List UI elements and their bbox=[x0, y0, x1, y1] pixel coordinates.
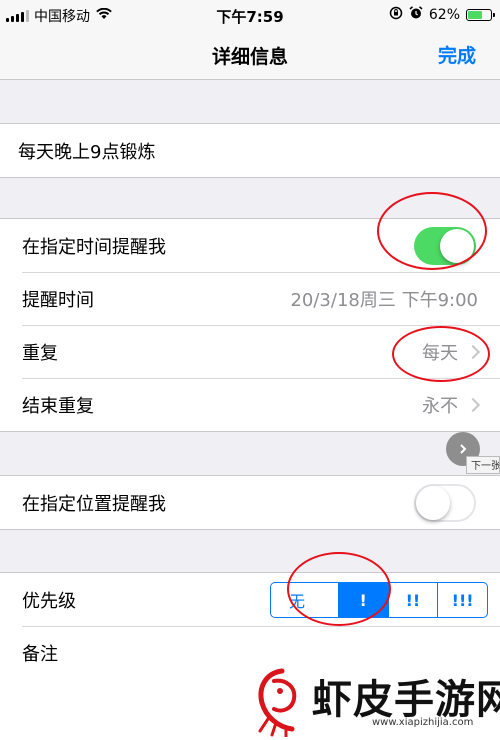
shrimp-logo-icon bbox=[258, 668, 297, 737]
priority-option-3[interactable]: !!! bbox=[437, 583, 487, 617]
navigation-bar: 详细信息 完成 bbox=[0, 30, 500, 80]
toggle-knob bbox=[440, 228, 474, 263]
repeat-value: 每天 bbox=[422, 342, 458, 364]
next-page-label: 下一张 bbox=[466, 456, 500, 474]
remind-at-location-row: 在指定位置提醒我 bbox=[0, 476, 500, 529]
status-bar: 中国移动 下午7:59 62% bbox=[0, 0, 500, 30]
time-group: 在指定时间提醒我 提醒时间 20/3/18周三 下午9:00 重复 每天 结束重… bbox=[0, 218, 500, 432]
watermark-url: www.xiapizhijia.com bbox=[372, 717, 474, 728]
alarm-icon bbox=[409, 6, 423, 24]
title-group: 每天晚上9点锻炼 bbox=[0, 123, 500, 178]
reminder-title: 每天晚上9点锻炼 bbox=[18, 141, 156, 163]
chevron-right-icon bbox=[465, 344, 481, 359]
end-repeat-row[interactable]: 结束重复 永不 bbox=[0, 378, 500, 431]
alarm-value: 20/3/18周三 下午9:00 bbox=[290, 289, 478, 311]
end-repeat-label: 结束重复 bbox=[22, 395, 94, 417]
priority-option-2[interactable]: !! bbox=[387, 583, 438, 617]
done-button[interactable]: 完成 bbox=[438, 41, 476, 68]
repeat-label: 重复 bbox=[22, 342, 58, 364]
reminder-title-field[interactable]: 每天晚上9点锻炼 bbox=[0, 124, 500, 177]
priority-option-0[interactable]: 无 bbox=[271, 583, 338, 617]
chevron-right-icon bbox=[465, 397, 481, 412]
battery-icon bbox=[466, 9, 495, 21]
rotation-lock-icon bbox=[389, 6, 403, 24]
watermark: 虾皮手游网 www.xiapizhijia.com bbox=[250, 665, 500, 740]
remind-at-location-label: 在指定位置提醒我 bbox=[22, 493, 166, 515]
remind-at-time-row: 在指定时间提醒我 bbox=[0, 219, 500, 272]
remind-at-time-label: 在指定时间提醒我 bbox=[22, 236, 166, 258]
remind-at-location-toggle[interactable] bbox=[414, 483, 476, 522]
remind-at-time-toggle[interactable] bbox=[414, 226, 476, 265]
location-group: 在指定位置提醒我 bbox=[0, 475, 500, 530]
repeat-row[interactable]: 重复 每天 bbox=[0, 325, 500, 378]
priority-label: 优先级 bbox=[22, 590, 76, 612]
alarm-row[interactable]: 提醒时间 20/3/18周三 下午9:00 bbox=[0, 272, 500, 325]
battery-percent: 62% bbox=[428, 7, 460, 23]
alarm-label: 提醒时间 bbox=[22, 289, 94, 311]
page-title: 详细信息 bbox=[211, 46, 288, 68]
chevron-right-icon bbox=[460, 444, 467, 454]
toggle-knob bbox=[416, 485, 450, 520]
notes-label: 备注 bbox=[22, 643, 58, 665]
priority-option-1[interactable]: ! bbox=[337, 583, 388, 617]
priority-row: 优先级 无!!!!!! bbox=[0, 573, 500, 626]
priority-segmented-control[interactable]: 无!!!!!! bbox=[270, 582, 488, 618]
end-repeat-value: 永不 bbox=[422, 395, 458, 417]
